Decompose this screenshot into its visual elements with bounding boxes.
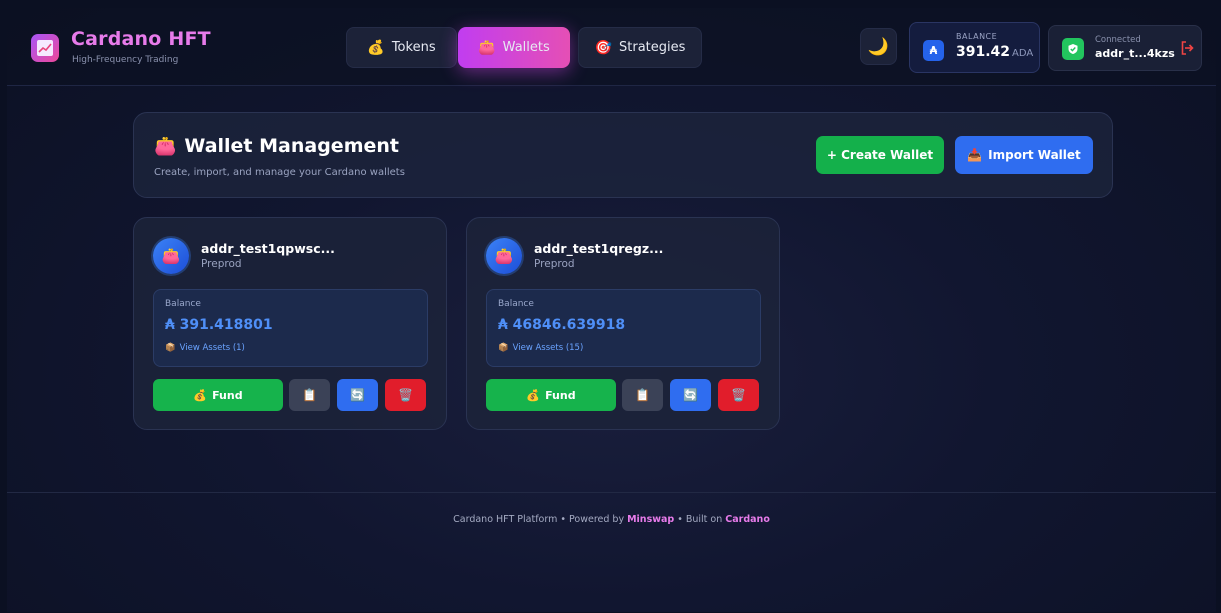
page-title-text: Wallet Management (184, 135, 399, 157)
view-assets-label: View Assets (15) (512, 343, 584, 353)
view-assets-label: View Assets (1) (179, 343, 245, 353)
tab-tokens-label: Tokens (391, 40, 436, 55)
tab-strategies-label: Strategies (619, 40, 686, 55)
footer-middle: • Built on (674, 514, 726, 525)
wallet-network: Preprod (534, 258, 575, 270)
connection-status: Connected addr_t...4kzs (1048, 25, 1202, 71)
delete-wallet-button[interactable]: 🗑️ (718, 379, 759, 411)
ada-icon: ₳ (923, 40, 944, 61)
delete-wallet-button[interactable]: 🗑️ (385, 379, 426, 411)
fund-button[interactable]: 💰 Fund (486, 379, 616, 411)
brand-title: Cardano HFT (71, 28, 211, 50)
wallet-card: 👛 addr_test1qpwsc... Preprod Balance ₳ 3… (133, 217, 447, 430)
footer-text: Cardano HFT Platform • Powered by Minswa… (7, 514, 1216, 525)
shield-check-icon (1062, 38, 1084, 60)
minswap-link[interactable]: Minswap (627, 514, 674, 525)
page-title: 👛 Wallet Management (154, 135, 399, 157)
app-frame: Cardano HFT High-Frequency Trading 💰 Tok… (7, 8, 1216, 612)
wallet-purse-icon: 👛 (486, 238, 522, 274)
tab-wallets[interactable]: 👛 Wallets (458, 27, 570, 68)
balance-unit: ADA (1012, 48, 1034, 59)
wallet-purse-icon: 👛 (153, 238, 189, 274)
header-balance: ₳ BALANCE 391.42 ADA (909, 22, 1040, 73)
copy-address-button[interactable]: 📋 (622, 379, 663, 411)
page-subtitle: Create, import, and manage your Cardano … (154, 167, 405, 178)
cardano-link[interactable]: Cardano (725, 514, 770, 525)
wallet-management-panel: 👛 Wallet Management Create, import, and … (133, 112, 1113, 198)
tab-wallets-label: Wallets (502, 40, 550, 55)
wallet-balance-label: Balance (165, 299, 201, 309)
trash-icon: 🗑️ (398, 388, 413, 402)
clipboard-icon: 📋 (635, 388, 650, 402)
refresh-balance-button[interactable]: 🔄 (337, 379, 378, 411)
tab-strategies[interactable]: 🎯 Strategies (578, 27, 702, 68)
footer-prefix: Cardano HFT Platform • Powered by (453, 514, 628, 525)
import-wallet-label: Import Wallet (988, 148, 1081, 162)
view-assets-link[interactable]: 📦 View Assets (15) (498, 343, 583, 353)
wallet-address: addr_test1qpwsc... (201, 241, 335, 256)
theme-toggle-button[interactable]: 🌙 (860, 28, 897, 65)
wallet-balance-box: Balance ₳ 46846.639918 📦 View Assets (15… (486, 289, 761, 367)
money-bag-icon: 💰 (367, 39, 385, 56)
target-icon: 🎯 (594, 39, 613, 56)
tab-tokens[interactable]: 💰 Tokens (346, 27, 457, 68)
wallet-balance-value: ₳ 391.418801 (165, 317, 273, 333)
package-icon: 📦 (498, 343, 509, 353)
wallet-network: Preprod (201, 258, 242, 270)
wallet-balance-label: Balance (498, 299, 534, 309)
package-icon: 📦 (165, 343, 176, 353)
import-wallet-button[interactable]: 📥 Import Wallet (955, 136, 1093, 174)
money-bag-icon: 💰 (193, 388, 208, 402)
fund-label: Fund (212, 388, 243, 402)
refresh-icon: 🔄 (350, 388, 365, 402)
purse-icon: 👛 (478, 39, 496, 56)
create-wallet-button[interactable]: + Create Wallet (816, 136, 944, 174)
footer: Cardano HFT Platform • Powered by Minswa… (7, 492, 1216, 612)
fund-button[interactable]: 💰 Fund (153, 379, 283, 411)
clipboard-icon: 📋 (302, 388, 317, 402)
brand-subtitle: High-Frequency Trading (72, 55, 179, 65)
money-bag-icon: 💰 (526, 388, 541, 402)
balance-label: BALANCE (956, 32, 998, 41)
connected-address: addr_t...4kzs (1095, 47, 1175, 60)
view-assets-link[interactable]: 📦 View Assets (1) (165, 343, 245, 353)
fund-label: Fund (545, 388, 576, 402)
inbox-tray-icon: 📥 (967, 148, 983, 162)
refresh-icon: 🔄 (683, 388, 698, 402)
top-header: Cardano HFT High-Frequency Trading 💰 Tok… (7, 8, 1216, 86)
purse-icon: 👛 (154, 135, 177, 157)
wallet-balance-value: ₳ 46846.639918 (498, 317, 626, 333)
copy-address-button[interactable]: 📋 (289, 379, 330, 411)
moon-icon: 🌙 (867, 36, 890, 57)
wallet-address: addr_test1qregz... (534, 241, 664, 256)
connected-label: Connected (1095, 35, 1141, 45)
wallet-balance-box: Balance ₳ 391.418801 📦 View Assets (1) (153, 289, 428, 367)
chart-logo-icon (31, 34, 59, 62)
refresh-balance-button[interactable]: 🔄 (670, 379, 711, 411)
wallet-card: 👛 addr_test1qregz... Preprod Balance ₳ 4… (466, 217, 780, 430)
balance-value: 391.42 ADA (956, 44, 1034, 60)
trash-icon: 🗑️ (731, 388, 746, 402)
logout-icon[interactable] (1180, 40, 1194, 60)
